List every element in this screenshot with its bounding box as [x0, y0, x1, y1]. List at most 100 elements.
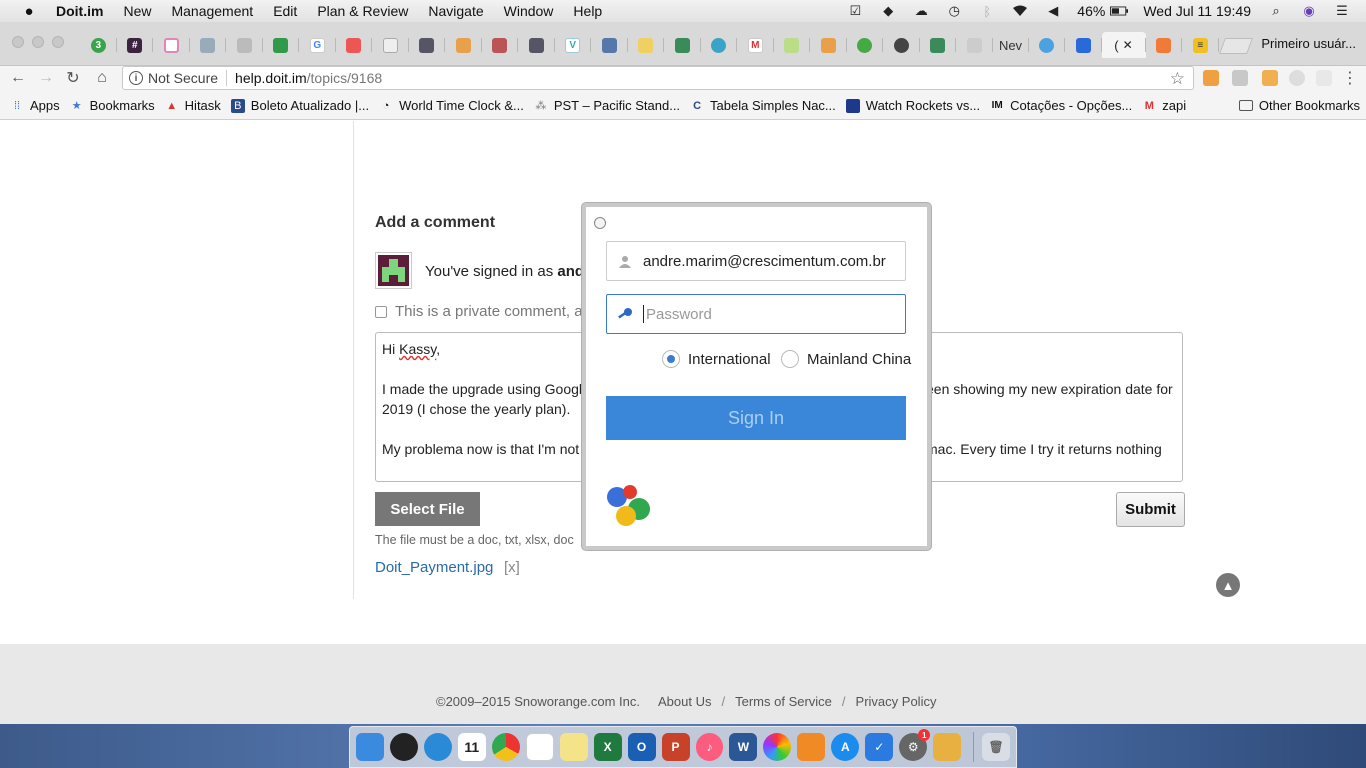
bookmark-bookmarks[interactable]: ★ Bookmarks [70, 98, 155, 113]
tab[interactable] [1065, 32, 1102, 58]
tab[interactable] [664, 32, 701, 58]
tab[interactable] [153, 32, 190, 58]
tab[interactable] [591, 32, 628, 58]
safari-icon[interactable] [423, 733, 452, 761]
address-bar[interactable]: i Not Secure help.doit.im /topics/9168 ☆ [122, 66, 1194, 90]
system-preferences-icon[interactable]: ⚙ 1 [899, 729, 931, 761]
powerpoint-icon[interactable]: P [661, 733, 690, 761]
finder-icon[interactable] [356, 733, 384, 761]
excel-icon[interactable]: X [593, 733, 622, 761]
scroll-to-top-icon[interactable]: ▲ [1216, 573, 1240, 597]
time-machine-icon[interactable]: ◷ [945, 3, 963, 18]
zoom-window-button[interactable] [52, 36, 64, 48]
select-file-button[interactable]: Select File [375, 492, 480, 526]
dialog-close-button[interactable] [594, 217, 606, 229]
footer-link-terms[interactable]: Terms of Service [735, 694, 832, 709]
attachment-link[interactable]: Doit_Payment.jpg [375, 559, 493, 576]
apple-menu-icon[interactable]: ● [20, 3, 38, 20]
tab[interactable] [1146, 32, 1183, 58]
tab[interactable] [190, 32, 227, 58]
tab-close-icon[interactable]: ✕ [1123, 38, 1133, 52]
profile-button[interactable]: Primeiro usuár... [1261, 36, 1356, 51]
tab[interactable]: Nev [993, 32, 1029, 58]
tab[interactable] [628, 32, 665, 58]
chrome-menu-icon[interactable]: ⋮ [1340, 68, 1360, 88]
tab[interactable] [226, 32, 263, 58]
photos-icon[interactable] [763, 733, 792, 761]
trash-icon[interactable]: 🗑 [982, 733, 1011, 761]
doit-im-icon[interactable] [933, 733, 962, 761]
home-icon[interactable]: ⌂ [92, 68, 112, 88]
extension-icon[interactable] [1316, 70, 1332, 86]
word-icon[interactable]: W [729, 733, 758, 761]
password-field[interactable]: Password [606, 294, 906, 334]
bookmark-apps[interactable]: ⁞⁞ Apps [10, 98, 60, 113]
tab[interactable]: # [117, 32, 154, 58]
tab[interactable] [518, 32, 555, 58]
extension-icon[interactable] [1262, 70, 1278, 86]
radio-mainland-china[interactable] [781, 350, 799, 368]
footer-link-privacy[interactable]: Privacy Policy [856, 694, 937, 709]
siri-icon[interactable]: ◉ [1300, 3, 1318, 18]
extension-icon[interactable] [1289, 70, 1305, 86]
bookmark-world-time[interactable]: ◔ World Time Clock &... [379, 98, 524, 113]
tab[interactable]: M [737, 32, 774, 58]
bookmark-boleto[interactable]: B Boleto Atualizado |... [230, 98, 369, 113]
dropbox-icon[interactable]: ◆ [879, 3, 897, 18]
clock[interactable]: Wed Jul 11 19:49 [1143, 3, 1251, 19]
tab[interactable] [482, 32, 519, 58]
notes-icon[interactable] [559, 733, 588, 761]
cloud-icon[interactable]: ☁ [912, 3, 930, 18]
remove-attachment-button[interactable]: [x] [504, 559, 520, 576]
tab[interactable] [774, 32, 811, 58]
region-option-international[interactable]: International [662, 350, 771, 368]
forward-arrow-icon[interactable]: → [36, 68, 56, 88]
tab[interactable] [1029, 32, 1066, 58]
checkbox-status-icon[interactable]: ☑ [846, 3, 864, 18]
tab[interactable] [847, 32, 884, 58]
calendar-icon[interactable]: 11 [457, 733, 486, 761]
bookmark-tabela[interactable]: C Tabela Simples Nac... [690, 98, 836, 113]
wifi-icon[interactable] [1011, 4, 1029, 18]
new-tab-button[interactable] [1219, 38, 1253, 54]
ibooks-icon[interactable] [797, 733, 826, 761]
bookmark-hitask[interactable]: ▲ Hitask [165, 98, 221, 113]
back-arrow-icon[interactable]: ← [8, 68, 28, 88]
radio-international[interactable] [662, 350, 680, 368]
sign-in-button[interactable]: Sign In [606, 396, 906, 440]
siri-icon[interactable] [389, 733, 418, 761]
menu-navigate[interactable]: Navigate [428, 3, 483, 19]
tab-active[interactable]: ( ✕ [1101, 32, 1146, 58]
menu-management[interactable]: Management [171, 3, 253, 19]
info-icon[interactable]: i [129, 71, 143, 85]
itunes-icon[interactable]: ♪ [695, 733, 724, 761]
tab[interactable] [956, 32, 993, 58]
tab[interactable] [263, 32, 300, 58]
close-window-button[interactable] [12, 36, 24, 48]
tab[interactable] [372, 32, 409, 58]
menu-help[interactable]: Help [573, 3, 602, 19]
extension-icon[interactable] [1203, 70, 1219, 86]
tab[interactable] [883, 32, 920, 58]
extension-icon[interactable] [1232, 70, 1248, 86]
minimize-window-button[interactable] [32, 36, 44, 48]
menu-new[interactable]: New [123, 3, 151, 19]
reminders-icon[interactable] [525, 733, 554, 761]
app-store-icon[interactable]: A [831, 733, 860, 761]
bluetooth-icon[interactable]: ᛒ [978, 4, 996, 19]
menu-window[interactable]: Window [504, 3, 554, 19]
tab[interactable] [409, 32, 446, 58]
tab[interactable]: 3 [80, 32, 117, 58]
tab[interactable]: V [555, 32, 592, 58]
reload-icon[interactable]: ↻ [63, 68, 83, 88]
private-comment-checkbox[interactable] [375, 306, 387, 318]
tab[interactable] [810, 32, 847, 58]
tab[interactable] [920, 32, 957, 58]
tab[interactable] [445, 32, 482, 58]
bookmark-zapi[interactable]: Mzapi [1142, 98, 1186, 113]
bookmark-cotacoes[interactable]: IM Cotações - Opções... [990, 98, 1133, 113]
bookmark-other[interactable]: Other Bookmarks [1238, 98, 1360, 113]
menu-app-name[interactable]: Doit.im [56, 3, 103, 19]
volume-icon[interactable]: ◀ [1044, 3, 1062, 18]
bookmark-pst[interactable]: ⁂ PST – Pacific Stand... [534, 98, 680, 113]
